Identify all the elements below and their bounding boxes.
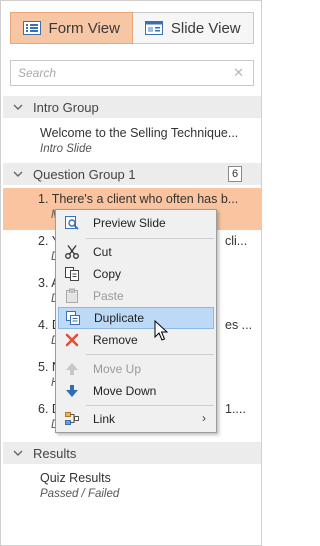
menu-divider <box>86 238 214 239</box>
menu-item-label: Link <box>93 412 116 426</box>
arrow-down-icon <box>63 382 81 400</box>
group-title: Intro Group <box>33 99 99 115</box>
menu-item-move-up[interactable]: Move Up <box>58 358 214 380</box>
view-switcher: Form View Slide View <box>10 12 254 44</box>
menu-item-label: Move Up <box>93 362 142 376</box>
menu-item-label: Remove <box>93 333 138 347</box>
preview-slide-icon <box>63 214 81 232</box>
menu-item-label: Preview Slide <box>93 216 166 230</box>
group-header-results[interactable]: Results <box>3 442 261 464</box>
slide-number: 2. <box>38 234 49 248</box>
slide-subtitle: Intro Slide <box>40 143 92 155</box>
copy-icon <box>63 265 81 283</box>
menu-item-copy[interactable]: Copy <box>58 263 214 285</box>
slide-view-icon <box>144 21 163 35</box>
menu-item-move-down[interactable]: Move Down <box>58 380 214 402</box>
slide-count-badge: 6 <box>228 166 242 182</box>
slide-number: 1. <box>38 192 49 206</box>
paste-icon <box>63 287 81 305</box>
search-box: ✕ <box>10 60 254 86</box>
slide-title-row: 1. There's a client who often has b... <box>38 192 250 206</box>
chevron-down-icon[interactable] <box>13 104 23 110</box>
group-title: Question Group 1 <box>33 166 136 182</box>
mouse-pointer-icon <box>154 319 169 345</box>
chevron-down-icon[interactable] <box>13 171 23 177</box>
form-view-icon <box>22 21 41 35</box>
menu-item-remove[interactable]: Remove <box>58 329 214 351</box>
arrow-up-icon <box>63 360 81 378</box>
menu-item-paste[interactable]: Paste <box>58 285 214 307</box>
slide-number: 3. <box>38 276 49 290</box>
slide-title: There's a client who often has b... <box>51 192 239 206</box>
tab-form-view-label: Form View <box>48 19 120 37</box>
group-title: Results <box>33 445 77 461</box>
menu-item-cut[interactable]: Cut <box>58 241 214 263</box>
context-menu: Preview Slide Cut Copy Paste Duplicate R… <box>55 209 217 433</box>
menu-item-label: Copy <box>93 267 122 281</box>
scissors-icon <box>63 243 81 261</box>
tab-slide-view-label: Slide View <box>170 19 241 37</box>
group-header-intro[interactable]: Intro Group <box>3 96 261 118</box>
slide-title-tail: es ... <box>225 318 253 332</box>
menu-item-label: Paste <box>93 289 124 303</box>
slide-title: Welcome to the Selling Technique... <box>40 126 239 140</box>
list-item-results-slide[interactable]: Quiz Results Passed / Failed <box>3 467 261 509</box>
menu-item-label: Cut <box>93 245 112 259</box>
search-input[interactable] <box>11 61 221 85</box>
remove-icon <box>63 331 81 349</box>
menu-item-duplicate[interactable]: Duplicate <box>58 307 214 329</box>
menu-divider <box>86 354 214 355</box>
menu-item-label: Move Down <box>93 384 157 398</box>
clear-search-icon[interactable]: ✕ <box>233 65 244 81</box>
menu-item-label: Duplicate <box>94 311 145 325</box>
list-item-welcome-slide[interactable]: Welcome to the Selling Technique... Intr… <box>3 122 261 164</box>
menu-item-link[interactable]: Link › <box>58 408 214 430</box>
slide-title: Quiz Results <box>40 471 111 485</box>
tab-slide-view[interactable]: Slide View <box>132 12 254 44</box>
chevron-down-icon[interactable] <box>13 450 23 456</box>
slide-subtitle: Passed / Failed <box>40 488 120 500</box>
slide-number: 4. <box>38 318 49 332</box>
slide-number: 5. <box>38 360 49 374</box>
group-header-question[interactable]: Question Group 1 6 <box>3 163 261 185</box>
slide-number: 6. <box>38 402 49 416</box>
duplicate-icon <box>64 309 82 327</box>
link-icon <box>63 410 81 428</box>
slide-title-tail: 1.... <box>225 402 246 416</box>
slide-title-tail: cli... <box>225 234 248 248</box>
menu-divider <box>86 405 214 406</box>
submenu-arrow-icon: › <box>202 411 206 425</box>
menu-item-preview-slide[interactable]: Preview Slide <box>58 212 214 234</box>
tab-form-view[interactable]: Form View <box>10 12 133 44</box>
